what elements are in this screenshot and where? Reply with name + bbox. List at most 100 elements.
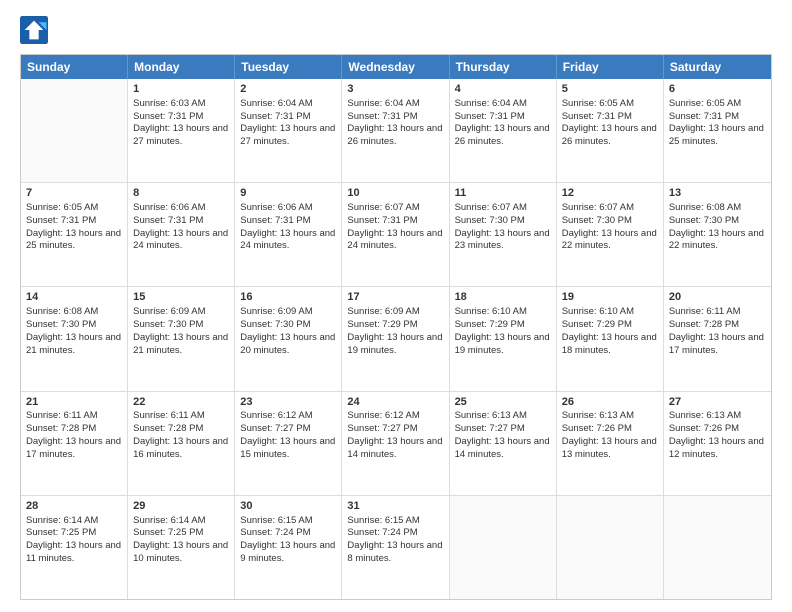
day-cell-22: 22Sunrise: 6:11 AMSunset: 7:28 PMDayligh… [128, 392, 235, 495]
day-cell-25: 25Sunrise: 6:13 AMSunset: 7:27 PMDayligh… [450, 392, 557, 495]
sunrise-text: Sunrise: 6:04 AM [240, 98, 336, 111]
sunrise-text: Sunrise: 6:13 AM [669, 410, 766, 423]
day-cell-5: 5Sunrise: 6:05 AMSunset: 7:31 PMDaylight… [557, 79, 664, 182]
day-cell-10: 10Sunrise: 6:07 AMSunset: 7:31 PMDayligh… [342, 183, 449, 286]
calendar-body: 1Sunrise: 6:03 AMSunset: 7:31 PMDaylight… [21, 79, 771, 599]
day-number: 8 [133, 186, 229, 201]
day-cell-17: 17Sunrise: 6:09 AMSunset: 7:29 PMDayligh… [342, 287, 449, 390]
sunset-text: Sunset: 7:27 PM [455, 423, 551, 436]
day-number: 30 [240, 499, 336, 514]
sunrise-text: Sunrise: 6:11 AM [133, 410, 229, 423]
day-cell-20: 20Sunrise: 6:11 AMSunset: 7:28 PMDayligh… [664, 287, 771, 390]
daylight-text: Daylight: 13 hours and 26 minutes. [455, 123, 551, 149]
day-cell-12: 12Sunrise: 6:07 AMSunset: 7:30 PMDayligh… [557, 183, 664, 286]
day-number: 21 [26, 395, 122, 410]
daylight-text: Daylight: 13 hours and 22 minutes. [669, 228, 766, 254]
day-cell-21: 21Sunrise: 6:11 AMSunset: 7:28 PMDayligh… [21, 392, 128, 495]
sunrise-text: Sunrise: 6:07 AM [347, 202, 443, 215]
day-number: 11 [455, 186, 551, 201]
calendar-header: SundayMondayTuesdayWednesdayThursdayFrid… [21, 55, 771, 79]
header-day-saturday: Saturday [664, 55, 771, 79]
day-number: 17 [347, 290, 443, 305]
calendar-row-4: 28Sunrise: 6:14 AMSunset: 7:25 PMDayligh… [21, 496, 771, 599]
day-cell-24: 24Sunrise: 6:12 AMSunset: 7:27 PMDayligh… [342, 392, 449, 495]
daylight-text: Daylight: 13 hours and 14 minutes. [347, 436, 443, 462]
day-number: 3 [347, 82, 443, 97]
daylight-text: Daylight: 13 hours and 10 minutes. [133, 540, 229, 566]
daylight-text: Daylight: 13 hours and 27 minutes. [133, 123, 229, 149]
header-day-monday: Monday [128, 55, 235, 79]
day-number: 5 [562, 82, 658, 97]
sunset-text: Sunset: 7:31 PM [347, 215, 443, 228]
day-cell-31: 31Sunrise: 6:15 AMSunset: 7:24 PMDayligh… [342, 496, 449, 599]
sunrise-text: Sunrise: 6:15 AM [240, 515, 336, 528]
day-number: 10 [347, 186, 443, 201]
sunrise-text: Sunrise: 6:03 AM [133, 98, 229, 111]
day-cell-15: 15Sunrise: 6:09 AMSunset: 7:30 PMDayligh… [128, 287, 235, 390]
sunrise-text: Sunrise: 6:12 AM [347, 410, 443, 423]
day-cell-26: 26Sunrise: 6:13 AMSunset: 7:26 PMDayligh… [557, 392, 664, 495]
daylight-text: Daylight: 13 hours and 22 minutes. [562, 228, 658, 254]
day-number: 15 [133, 290, 229, 305]
daylight-text: Daylight: 13 hours and 16 minutes. [133, 436, 229, 462]
sunset-text: Sunset: 7:28 PM [26, 423, 122, 436]
day-cell-3: 3Sunrise: 6:04 AMSunset: 7:31 PMDaylight… [342, 79, 449, 182]
header-day-friday: Friday [557, 55, 664, 79]
sunrise-text: Sunrise: 6:12 AM [240, 410, 336, 423]
sunset-text: Sunset: 7:29 PM [347, 319, 443, 332]
day-cell-28: 28Sunrise: 6:14 AMSunset: 7:25 PMDayligh… [21, 496, 128, 599]
sunrise-text: Sunrise: 6:13 AM [562, 410, 658, 423]
sunrise-text: Sunrise: 6:14 AM [133, 515, 229, 528]
sunset-text: Sunset: 7:26 PM [669, 423, 766, 436]
sunset-text: Sunset: 7:27 PM [347, 423, 443, 436]
day-cell-8: 8Sunrise: 6:06 AMSunset: 7:31 PMDaylight… [128, 183, 235, 286]
sunset-text: Sunset: 7:29 PM [562, 319, 658, 332]
day-number: 29 [133, 499, 229, 514]
empty-cell-4-6 [664, 496, 771, 599]
sunset-text: Sunset: 7:25 PM [26, 527, 122, 540]
sunset-text: Sunset: 7:25 PM [133, 527, 229, 540]
day-number: 31 [347, 499, 443, 514]
daylight-text: Daylight: 13 hours and 19 minutes. [455, 332, 551, 358]
day-number: 23 [240, 395, 336, 410]
day-number: 14 [26, 290, 122, 305]
daylight-text: Daylight: 13 hours and 17 minutes. [669, 332, 766, 358]
sunset-text: Sunset: 7:31 PM [562, 111, 658, 124]
sunrise-text: Sunrise: 6:08 AM [26, 306, 122, 319]
daylight-text: Daylight: 13 hours and 9 minutes. [240, 540, 336, 566]
day-cell-30: 30Sunrise: 6:15 AMSunset: 7:24 PMDayligh… [235, 496, 342, 599]
daylight-text: Daylight: 13 hours and 15 minutes. [240, 436, 336, 462]
sunset-text: Sunset: 7:30 PM [455, 215, 551, 228]
header [20, 16, 772, 44]
empty-cell-4-4 [450, 496, 557, 599]
daylight-text: Daylight: 13 hours and 26 minutes. [347, 123, 443, 149]
sunrise-text: Sunrise: 6:11 AM [26, 410, 122, 423]
sunrise-text: Sunrise: 6:09 AM [347, 306, 443, 319]
daylight-text: Daylight: 13 hours and 17 minutes. [26, 436, 122, 462]
daylight-text: Daylight: 13 hours and 27 minutes. [240, 123, 336, 149]
sunrise-text: Sunrise: 6:04 AM [455, 98, 551, 111]
day-number: 12 [562, 186, 658, 201]
header-day-tuesday: Tuesday [235, 55, 342, 79]
sunrise-text: Sunrise: 6:04 AM [347, 98, 443, 111]
day-number: 28 [26, 499, 122, 514]
sunset-text: Sunset: 7:30 PM [26, 319, 122, 332]
daylight-text: Daylight: 13 hours and 24 minutes. [133, 228, 229, 254]
logo-icon [20, 16, 48, 44]
daylight-text: Daylight: 13 hours and 21 minutes. [26, 332, 122, 358]
calendar-row-1: 7Sunrise: 6:05 AMSunset: 7:31 PMDaylight… [21, 183, 771, 287]
empty-cell-4-5 [557, 496, 664, 599]
daylight-text: Daylight: 13 hours and 18 minutes. [562, 332, 658, 358]
header-day-thursday: Thursday [450, 55, 557, 79]
day-cell-9: 9Sunrise: 6:06 AMSunset: 7:31 PMDaylight… [235, 183, 342, 286]
day-number: 22 [133, 395, 229, 410]
daylight-text: Daylight: 13 hours and 19 minutes. [347, 332, 443, 358]
daylight-text: Daylight: 13 hours and 20 minutes. [240, 332, 336, 358]
sunrise-text: Sunrise: 6:10 AM [455, 306, 551, 319]
sunrise-text: Sunrise: 6:05 AM [669, 98, 766, 111]
day-cell-1: 1Sunrise: 6:03 AMSunset: 7:31 PMDaylight… [128, 79, 235, 182]
day-cell-16: 16Sunrise: 6:09 AMSunset: 7:30 PMDayligh… [235, 287, 342, 390]
calendar: SundayMondayTuesdayWednesdayThursdayFrid… [20, 54, 772, 600]
day-cell-7: 7Sunrise: 6:05 AMSunset: 7:31 PMDaylight… [21, 183, 128, 286]
calendar-row-2: 14Sunrise: 6:08 AMSunset: 7:30 PMDayligh… [21, 287, 771, 391]
